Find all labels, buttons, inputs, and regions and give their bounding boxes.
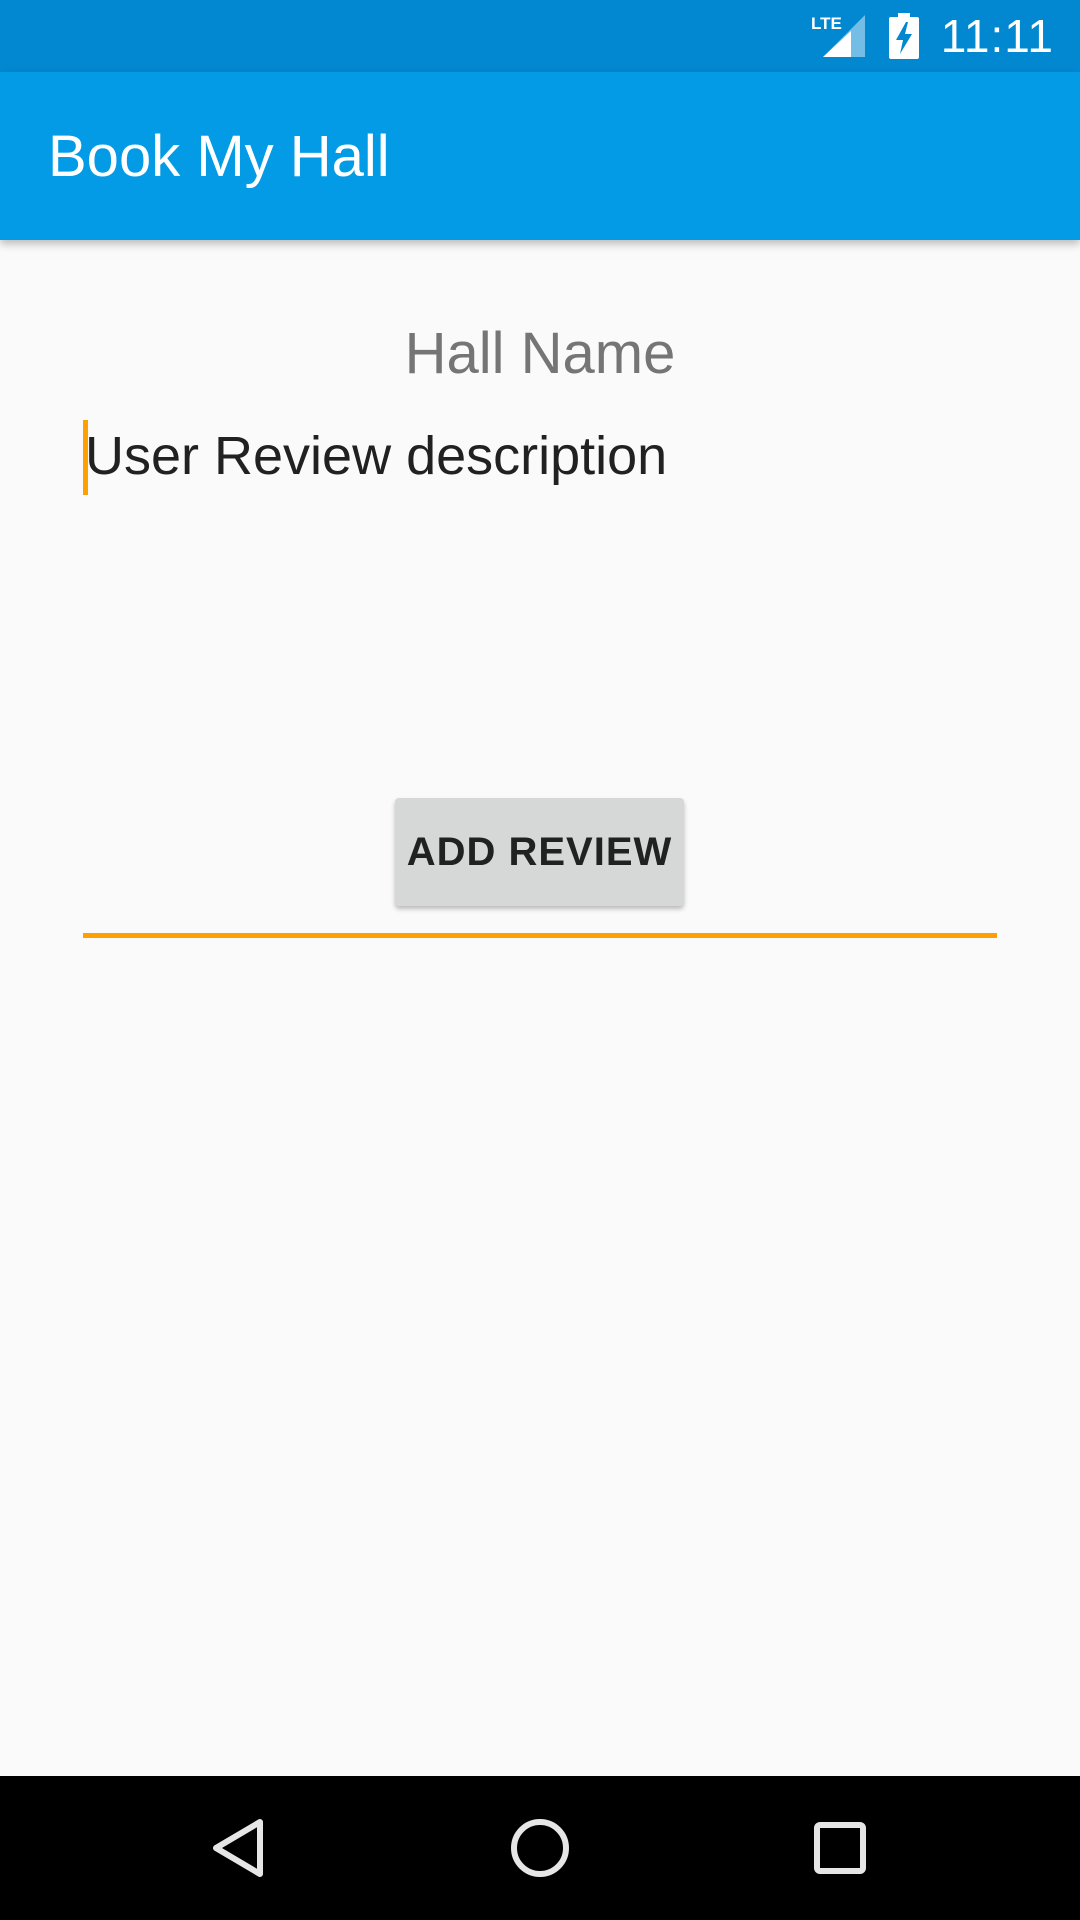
- recents-icon[interactable]: [792, 1800, 888, 1896]
- app-title: Book My Hall: [48, 123, 390, 189]
- status-clock: 11:11: [940, 10, 1054, 62]
- review-form: Hall Name User Review description ADD RE…: [0, 240, 1080, 1776]
- app-bar: Book My Hall: [0, 72, 1080, 240]
- lte-signal-icon: LTE: [811, 13, 867, 59]
- review-description-input[interactable]: User Review description: [83, 420, 997, 1000]
- battery-charging-icon: [888, 13, 919, 59]
- lte-label: LTE: [811, 14, 842, 33]
- review-description-value: User Review description: [85, 426, 668, 486]
- back-icon[interactable]: [192, 1800, 288, 1896]
- navigation-bar: [0, 1776, 1080, 1920]
- input-underline: [83, 933, 997, 938]
- home-icon[interactable]: [492, 1800, 588, 1896]
- hall-name-label: Hall Name: [404, 321, 676, 386]
- status-bar: LTE 11:11: [0, 0, 1080, 72]
- add-review-button[interactable]: ADD REVIEW: [395, 798, 684, 906]
